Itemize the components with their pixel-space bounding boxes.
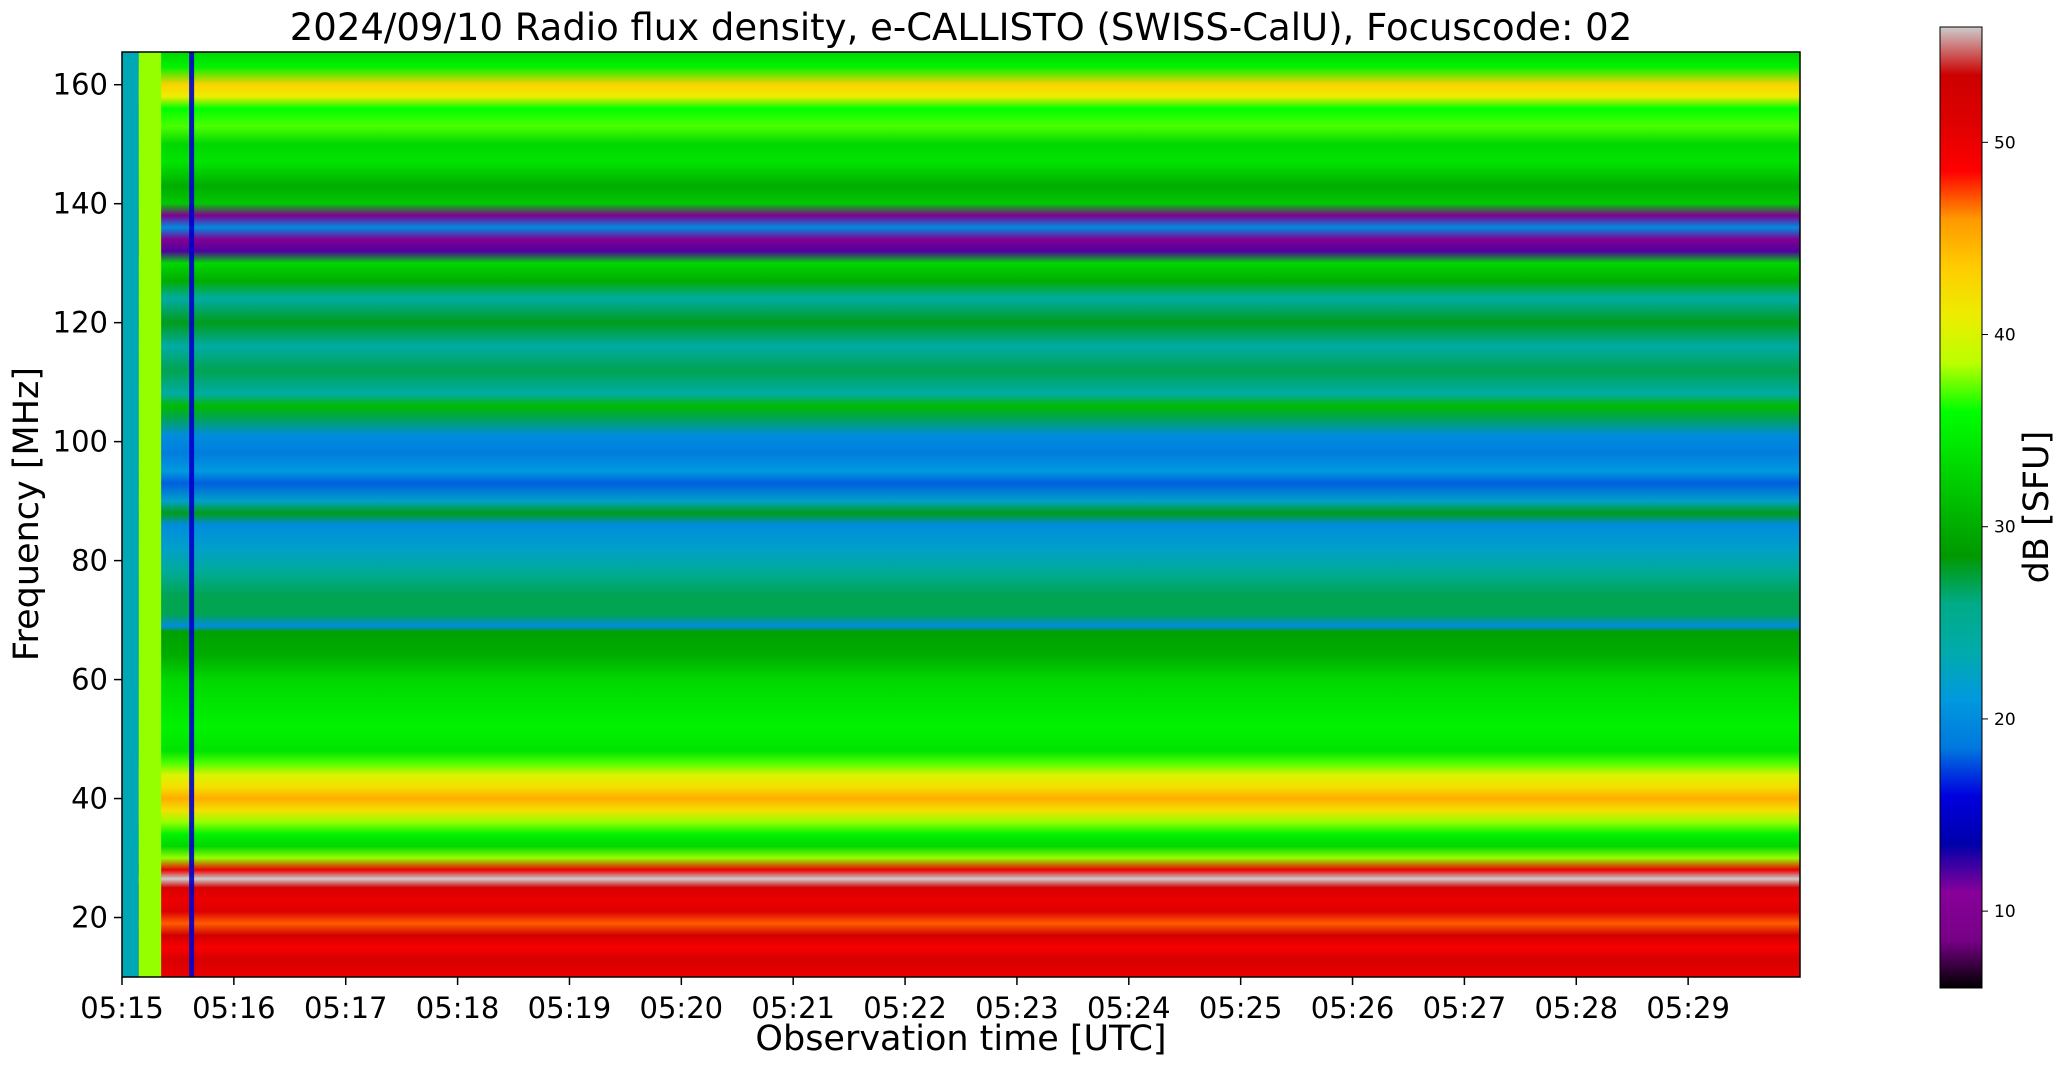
- x-tick-label: 05:15: [80, 991, 164, 1025]
- y-tick-label: 60: [71, 663, 108, 697]
- x-axis: 05:15 05:16 05:17 05:18 05:19 05:20 05:21 05:22…: [80, 977, 1730, 1025]
- x-tick-label: 05:29: [1646, 991, 1730, 1025]
- x-tick-label: 05:17: [304, 991, 388, 1025]
- colorbar: 10 20 30 40 50 dB [SFU]: [1939, 26, 2057, 989]
- x-tick-label: 05:16: [192, 991, 276, 1025]
- y-tick-label: 160: [53, 68, 108, 102]
- y-tick-label: 140: [53, 187, 108, 221]
- colorbar-scale: [1939, 26, 1983, 989]
- y-tick-label: 20: [71, 901, 108, 935]
- x-tick-label: 05:28: [1534, 991, 1618, 1025]
- x-tick-label: 05:27: [1423, 991, 1507, 1025]
- spectrogram-burst-line: [189, 52, 195, 977]
- colorbar-label: dB [SFU]: [2017, 431, 2057, 584]
- x-tick-label: 05:26: [1311, 991, 1395, 1025]
- y-tick-label: 80: [71, 544, 108, 578]
- x-tick-label: 05:20: [640, 991, 724, 1025]
- plot-area: [121, 51, 1801, 978]
- colorbar-tick-label: 10: [1994, 902, 2016, 922]
- y-axis-label: Frequency [MHz]: [7, 367, 47, 661]
- y-axis: 20 40 60 80 100 120 140 160: [53, 68, 122, 935]
- spectrogram-column-bright: [138, 52, 162, 977]
- y-tick-label: 100: [53, 425, 108, 459]
- chart-title: 2024/09/10 Radio flux density, e-CALLIST…: [290, 6, 1633, 49]
- colorbar-tick-label: 40: [1994, 326, 2016, 346]
- colorbar-ticks: 10 20 30 40 50: [1982, 133, 2016, 922]
- spectrogram-figure: 2024/09/10 Radio flux density, e-CALLIST…: [7, 6, 2057, 1059]
- colorbar-tick-label: 20: [1994, 710, 2016, 730]
- x-tick-label: 05:25: [1199, 991, 1283, 1025]
- spectrogram-column-start: [122, 52, 139, 977]
- colorbar-tick-label: 30: [1994, 518, 2016, 538]
- spectrogram-image: [122, 52, 1800, 977]
- colorbar-tick-label: 50: [1994, 133, 2016, 153]
- y-tick-label: 120: [53, 306, 108, 340]
- x-tick-label: 05:18: [416, 991, 500, 1025]
- y-tick-label: 40: [71, 782, 108, 816]
- x-tick-label: 05:19: [528, 991, 612, 1025]
- x-axis-label: Observation time [UTC]: [755, 1019, 1166, 1059]
